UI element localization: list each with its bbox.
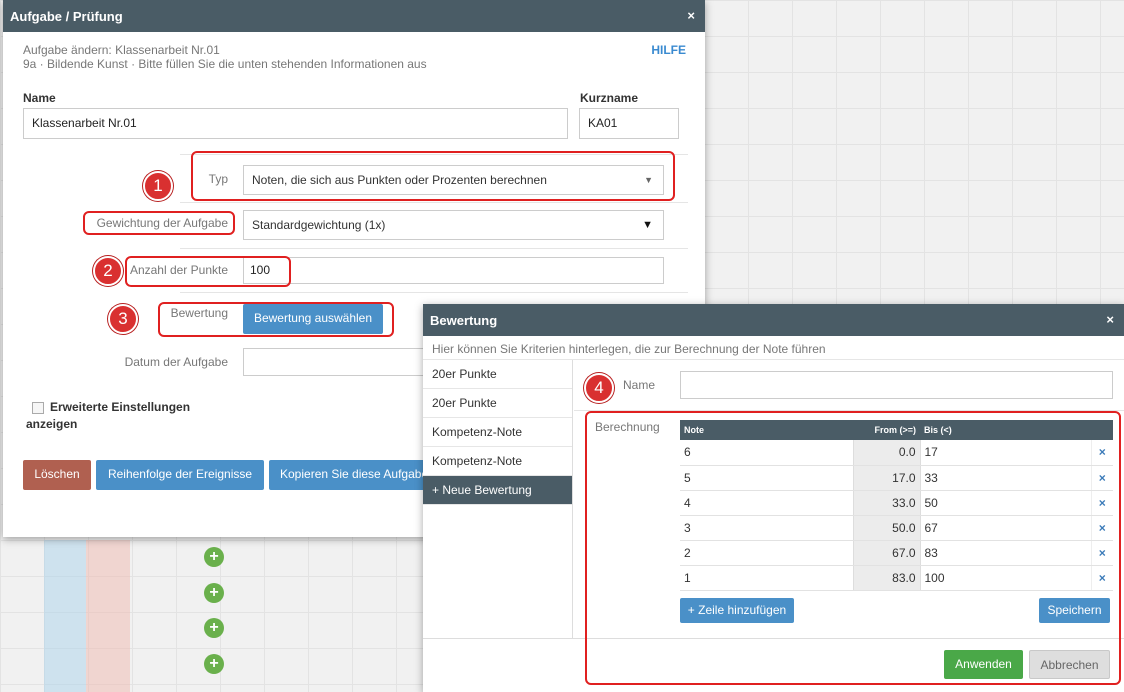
shortname-label: Kurzname — [580, 91, 639, 105]
sidebar-item-20er-punkte[interactable]: 20er Punkte — [423, 360, 572, 389]
weight-select[interactable]: Standardgewichtung (1x) ▼ — [243, 210, 664, 240]
advanced-settings-label-2: anzeigen — [26, 417, 78, 431]
annotation-number-4: 4 — [584, 373, 614, 403]
rating-name-input[interactable] — [680, 371, 1113, 399]
divider — [180, 202, 688, 203]
rating-dialog-hint: Hier können Sie Kriterien hinterlegen, d… — [423, 336, 1124, 360]
annotation-box-2 — [125, 256, 291, 287]
name-input[interactable]: Klassenarbeit Nr.01 — [23, 108, 568, 139]
points-input[interactable]: 100 — [243, 257, 664, 284]
task-dialog-titlebar: Aufgabe / Prüfung × — [3, 0, 705, 32]
rating-sidebar: 20er Punkte 20er Punkte Kompetenz-Note K… — [423, 360, 573, 638]
task-dialog-title: Aufgabe / Prüfung — [10, 9, 123, 24]
advanced-settings-checkbox[interactable] — [32, 402, 44, 414]
divider — [180, 292, 688, 293]
annotation-box-3 — [158, 302, 394, 337]
date-label: Datum der Aufgabe — [124, 355, 228, 369]
advanced-settings-label-1: Erweiterte Einstellungen — [50, 400, 191, 414]
annotation-box-4 — [585, 411, 1121, 685]
help-link[interactable]: HILFE — [651, 43, 686, 57]
add-circle-icon[interactable]: + — [204, 547, 224, 567]
weight-select-value: Standardgewichtung (1x) — [252, 218, 386, 232]
background-column-red — [86, 540, 130, 692]
rating-name-label: Name — [623, 378, 656, 392]
task-dialog-subtitle: Aufgabe ändern: Klassenarbeit Nr.01 9a ·… — [23, 43, 427, 71]
subtitle-line-1: Aufgabe ändern: Klassenarbeit Nr.01 — [23, 43, 220, 57]
sidebar-item-new-rating[interactable]: + Neue Bewertung — [423, 476, 572, 505]
date-input[interactable] — [243, 348, 428, 376]
sidebar-item-20er-punkte[interactable]: 20er Punkte — [423, 389, 572, 418]
add-circle-icon[interactable]: + — [204, 583, 224, 603]
name-label: Name — [23, 91, 56, 105]
annotation-box-weight — [83, 211, 235, 235]
sidebar-item-kompetenz-note[interactable]: Kompetenz-Note — [423, 447, 572, 476]
annotation-number-2: 2 — [93, 256, 123, 286]
annotation-box-1 — [191, 151, 675, 201]
annotation-number-1: 1 — [143, 171, 173, 201]
delete-button[interactable]: Löschen — [23, 460, 91, 490]
close-icon[interactable]: × — [1106, 312, 1114, 327]
rating-dialog-titlebar: Bewertung × — [423, 304, 1124, 336]
subtitle-line-2: 9a · Bildende Kunst · Bitte füllen Sie d… — [23, 57, 427, 71]
rating-dialog-title: Bewertung — [430, 313, 498, 328]
annotation-number-3: 3 — [108, 304, 138, 334]
divider — [180, 248, 688, 249]
event-order-button[interactable]: Reihenfolge der Ereignisse — [96, 460, 264, 490]
copy-task-button[interactable]: Kopieren Sie diese Aufgabe — [269, 460, 434, 490]
sidebar-item-kompetenz-note[interactable]: Kompetenz-Note — [423, 418, 572, 447]
chevron-down-icon: ▼ — [642, 219, 653, 231]
background-column-blue — [44, 540, 86, 692]
shortname-input[interactable]: KA01 — [579, 108, 679, 139]
add-circle-icon[interactable]: + — [204, 654, 224, 674]
add-circle-icon[interactable]: + — [204, 618, 224, 638]
close-icon[interactable]: × — [687, 8, 695, 23]
